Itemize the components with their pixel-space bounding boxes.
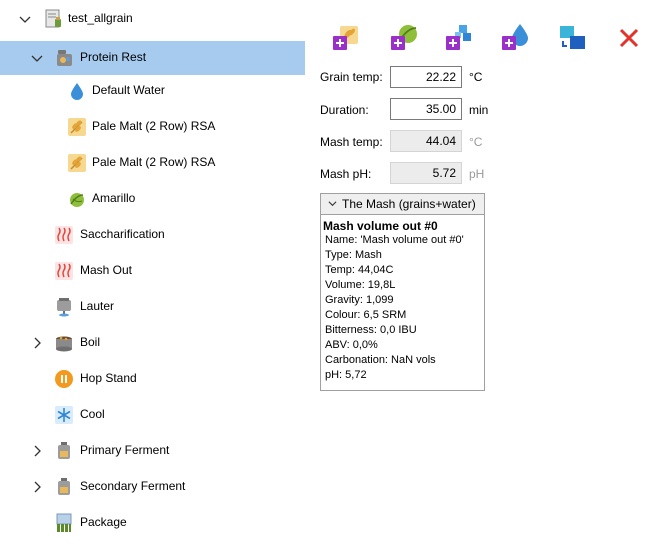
mash-detail-line: Volume: 19,8L	[325, 279, 396, 291]
add-misc-icon	[446, 25, 471, 50]
step-editor-panel: Grain temp: 22.22 °C Duration: 35.00 min…	[305, 0, 649, 551]
pause-icon	[54, 369, 74, 389]
tree-item-package[interactable]: Package	[0, 506, 305, 540]
tree-item-label: Mash Out	[80, 263, 133, 277]
add-hop-button[interactable]	[388, 22, 420, 54]
tree-item-default-water[interactable]: Default Water	[0, 74, 305, 108]
fermenter-icon	[54, 477, 74, 497]
heat-icon	[54, 225, 74, 245]
water-drop-icon	[67, 81, 87, 101]
tree-item-mash-out[interactable]: Mash Out	[0, 254, 305, 288]
tree-item-label: test_allgrain	[68, 11, 133, 25]
tree-item-label: Default Water	[92, 83, 165, 97]
mash-detail-line: Temp: 44,04C	[325, 264, 394, 276]
chevron-down-icon[interactable]	[31, 52, 43, 64]
grain-temp-unit: °C	[469, 70, 483, 84]
heat-icon	[54, 261, 74, 281]
tree-item-label: Primary Ferment	[80, 443, 170, 457]
tree-item-label: Boil	[80, 335, 101, 349]
mash-detail-line: Carbonation: NaN vols	[325, 354, 436, 366]
tree-item-label: Amarillo	[92, 191, 136, 205]
mash-ph-label: Mash pH:	[320, 167, 372, 181]
mash-info-box: The Mash (grains+water) Mash volume out …	[320, 193, 485, 391]
lauter-icon	[54, 297, 74, 317]
mash-header-label: The Mash (grains+water)	[342, 197, 476, 211]
mash-detail-line: Name: 'Mash volume out #0'	[325, 234, 464, 246]
tree-item-label: Package	[80, 515, 127, 529]
tree-item-label: Hop Stand	[80, 371, 137, 385]
mash-temp-label: Mash temp:	[320, 135, 383, 149]
snowflake-icon	[54, 405, 74, 425]
tree-item-label: Protein Rest	[80, 50, 147, 64]
add-water-button[interactable]	[499, 22, 531, 54]
tree-item-label: Secondary Ferment	[80, 479, 186, 493]
add-grain-button[interactable]	[330, 22, 362, 54]
boil-pot-icon	[54, 333, 74, 353]
tree-item-grain[interactable]: Pale Malt (2 Row) RSA	[0, 110, 305, 144]
move-icon	[560, 26, 585, 49]
mash-detail-line: Bitterness: 0,0 IBU	[325, 324, 417, 336]
add-water-icon	[502, 24, 528, 50]
mash-detail-line: ABV: 0,0%	[325, 339, 378, 351]
tree-item-protein-rest[interactable]: Protein Rest	[0, 41, 305, 75]
tree-item-label: Lauter	[80, 299, 115, 313]
grain-icon	[67, 117, 87, 137]
mash-detail-line: pH: 5,72	[325, 369, 367, 381]
grain-temp-label: Grain temp:	[320, 70, 383, 84]
duration-input[interactable]: 35.00	[390, 98, 462, 120]
tree-item-label: Saccharification	[80, 227, 165, 241]
chevron-right-icon[interactable]	[31, 481, 43, 493]
mash-title: Mash volume out #0	[323, 219, 438, 233]
tree-item-cool[interactable]: Cool	[0, 398, 305, 432]
tree-item-label: Pale Malt (2 Row) RSA	[92, 119, 216, 133]
tree-item-hop-stand[interactable]: Hop Stand	[0, 362, 305, 396]
close-icon	[619, 28, 639, 48]
add-misc-button[interactable]	[443, 22, 475, 54]
tree-item-recipe[interactable]: test_allgrain	[0, 2, 305, 36]
mash-ph-unit: pH	[469, 167, 485, 181]
recipe-tree[interactable]: test_allgrain Protein Rest Default Water…	[0, 0, 305, 551]
duration-label: Duration:	[320, 103, 369, 117]
chevron-down-icon[interactable]	[19, 13, 31, 25]
tree-item-primary-ferment[interactable]: Primary Ferment	[0, 434, 305, 468]
recipe-icon	[44, 9, 64, 29]
mash-collapse-header[interactable]: The Mash (grains+water)	[321, 194, 484, 215]
duration-unit: min	[469, 103, 489, 117]
mash-temp-value: 44.04	[390, 130, 462, 152]
grain-temp-input[interactable]: 22.22	[390, 66, 462, 88]
move-button[interactable]	[557, 22, 589, 54]
add-hop-icon	[391, 25, 417, 50]
add-grain-icon	[333, 26, 358, 50]
mash-step-icon	[55, 48, 75, 68]
tree-item-boil[interactable]: Boil	[0, 326, 305, 360]
mash-detail-line: Gravity: 1,099	[325, 294, 394, 306]
grain-icon	[67, 153, 87, 173]
package-icon	[54, 513, 74, 533]
hop-icon	[67, 189, 87, 209]
tree-item-label: Cool	[80, 407, 105, 421]
mash-detail-line: Type: Mash	[325, 249, 382, 261]
fermenter-icon	[54, 441, 74, 461]
tree-item-label: Pale Malt (2 Row) RSA	[92, 155, 216, 169]
mash-detail-line: Colour: 6,5 SRM	[325, 309, 407, 321]
tree-item-secondary-ferment[interactable]: Secondary Ferment	[0, 470, 305, 504]
mash-temp-unit: °C	[469, 135, 483, 149]
close-button[interactable]	[613, 22, 645, 54]
chevron-down-icon	[328, 194, 337, 214]
tree-item-grain[interactable]: Pale Malt (2 Row) RSA	[0, 146, 305, 180]
tree-item-lauter[interactable]: Lauter	[0, 290, 305, 324]
tree-item-hop[interactable]: Amarillo	[0, 182, 305, 216]
chevron-right-icon[interactable]	[31, 337, 43, 349]
chevron-right-icon[interactable]	[31, 445, 43, 457]
tree-item-saccharification[interactable]: Saccharification	[0, 218, 305, 252]
mash-ph-value: 5.72	[390, 162, 462, 184]
